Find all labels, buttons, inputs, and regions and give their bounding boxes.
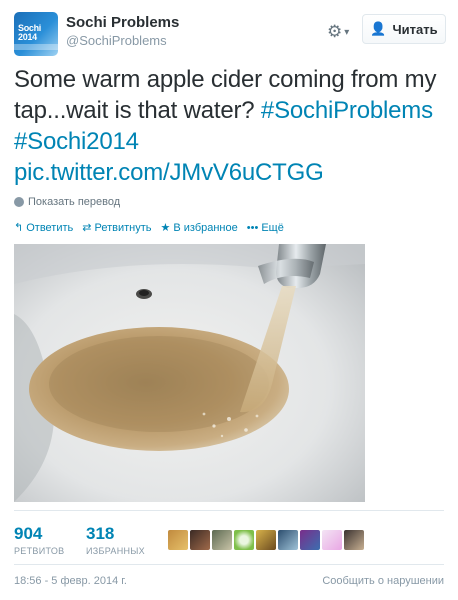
globe-icon xyxy=(14,197,24,207)
more-label: Ещё xyxy=(261,221,284,234)
avatar[interactable]: Sochi 2014 xyxy=(14,12,58,56)
avatar[interactable] xyxy=(234,530,254,550)
retweets-label: РЕТВИТОВ xyxy=(14,546,65,556)
tweet-menu-button[interactable]: ⚙ ▾ xyxy=(327,20,355,44)
logo-wave xyxy=(14,44,58,50)
avatar[interactable] xyxy=(212,530,232,550)
avatar[interactable] xyxy=(168,530,188,550)
avatar[interactable] xyxy=(322,530,342,550)
translate-link[interactable]: Показать перевод xyxy=(14,196,120,208)
photo-link[interactable]: pic.twitter.com/JMvV6uCTGG xyxy=(14,159,324,186)
tweet-actions: ↰ Ответить ⇄ Ретвитнуть ★ В избранное ••… xyxy=(14,221,284,235)
tweet-timestamp[interactable]: 18:56 - 5 февр. 2014 г. xyxy=(14,575,127,587)
favorites-stat[interactable]: 318 ИЗБРАННЫХ xyxy=(86,524,158,556)
reply-icon: ↰ xyxy=(14,222,24,234)
tweet-photo[interactable] xyxy=(14,244,365,502)
tweet-text: Some warm apple cider coming from my tap… xyxy=(14,64,444,188)
sochi-2014-logo-icon: Sochi 2014 xyxy=(18,23,42,42)
avatar[interactable] xyxy=(256,530,276,550)
retweet-button[interactable]: ⇄ Ретвитнуть xyxy=(82,221,152,235)
star-icon: ★ xyxy=(160,222,171,234)
avatar[interactable] xyxy=(278,530,298,550)
tweet-stats: 904 РЕТВИТОВ 318 ИЗБРАННЫХ xyxy=(14,524,158,556)
retweets-count: 904 xyxy=(14,524,43,543)
chevron-down-icon: ▾ xyxy=(344,27,350,38)
avatar[interactable] xyxy=(190,530,210,550)
add-user-icon: 👤 xyxy=(370,21,387,36)
translate-label: Показать перевод xyxy=(28,196,121,208)
divider xyxy=(14,564,444,565)
favorite-button[interactable]: ★ В избранное xyxy=(160,221,238,235)
author-name[interactable]: Sochi Problems xyxy=(66,14,179,31)
report-link[interactable]: Сообщить о нарушении xyxy=(322,575,444,587)
hashtag-sochi2014[interactable]: #Sochi2014 xyxy=(14,128,139,155)
retweets-stat[interactable]: 904 РЕТВИТОВ xyxy=(14,524,86,556)
favorite-label: В избранное xyxy=(173,221,238,234)
follow-button[interactable]: 👤 Читать xyxy=(362,14,446,44)
avatar[interactable] xyxy=(344,530,364,550)
more-button[interactable]: ••• Ещё xyxy=(247,221,284,234)
follow-button-label: Читать xyxy=(392,21,438,37)
reply-label: Ответить xyxy=(26,221,74,234)
reply-button[interactable]: ↰ Ответить xyxy=(14,221,74,235)
favorites-count: 318 xyxy=(86,524,115,543)
more-icon: ••• xyxy=(246,221,259,234)
tweet-header: Sochi 2014 Sochi Problems @SochiProblems… xyxy=(14,12,446,56)
gear-icon: ⚙ xyxy=(327,22,343,41)
favorites-label: ИЗБРАННЫХ xyxy=(86,546,145,556)
retweet-icon: ⇄ xyxy=(82,222,92,234)
favorited-by-avatars xyxy=(168,530,364,550)
retweet-label: Ретвитнуть xyxy=(94,221,152,234)
avatar[interactable] xyxy=(300,530,320,550)
hashtag-sochiproblems[interactable]: #SochiProblems xyxy=(261,97,433,124)
tweet-photo-image xyxy=(14,244,365,502)
author-handle[interactable]: @SochiProblems xyxy=(66,33,167,48)
divider xyxy=(14,510,444,511)
